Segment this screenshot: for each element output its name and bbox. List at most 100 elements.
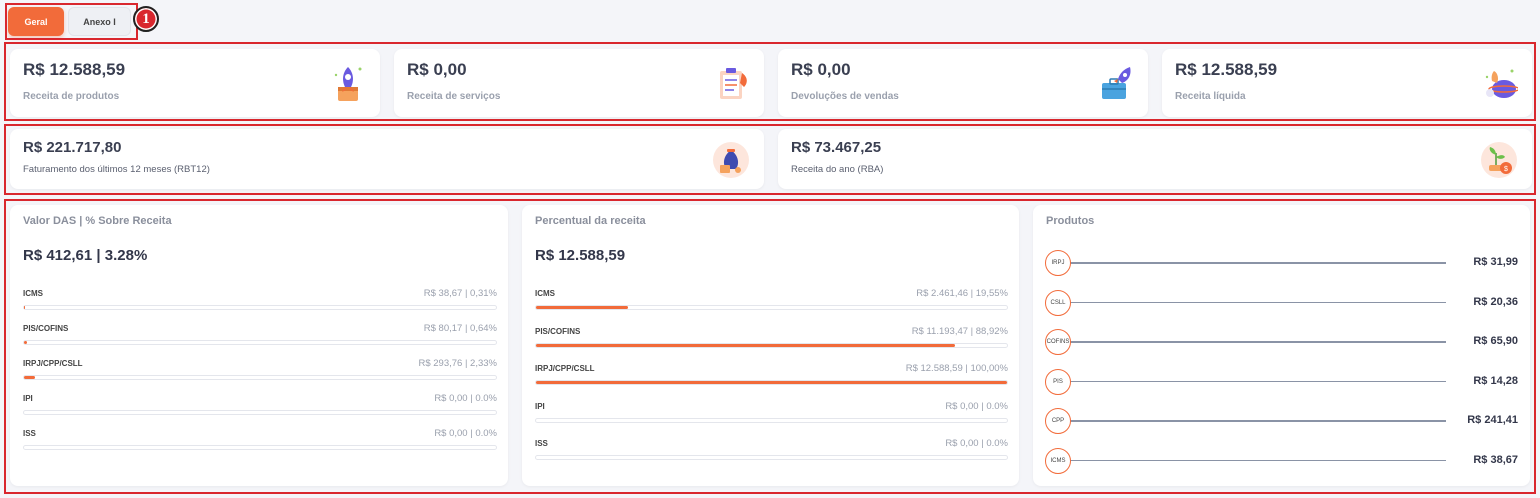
product-connector-line [1069,262,1446,264]
progress-track [23,410,497,415]
summary-label: Receita do ano (RBA) [791,164,884,175]
product-connector-line [1069,301,1446,303]
product-value: R$ 241,41 [1467,414,1518,426]
product-row: ICMS R$ 38,67 [1045,447,1518,474]
progress-track [535,342,1008,348]
kpi-label: Devoluções de vendas [791,91,899,102]
product-connector-line [1069,341,1446,343]
rocket-box-icon [334,67,362,101]
bar-value: R$ 80,17 | 0,64% [423,323,497,334]
das-panel: Valor DAS | % Sobre Receita R$ 412,61 | … [10,205,508,486]
kpi-label: Receita de serviços [407,91,501,102]
progress-track [23,445,497,450]
bar-label: ICMS [23,289,43,298]
product-connector-line [1069,420,1446,422]
progress-track [535,417,1008,423]
progress-track [535,455,1008,460]
product-tax-badge: CSLL [1045,289,1071,316]
product-value: R$ 31,99 [1473,256,1518,268]
kpi-label: Receita líquida [1175,91,1246,102]
bar-label: PIS/COFINS [535,326,581,336]
summary-value: R$ 221.717,80 [23,139,122,156]
product-connector-line [1069,459,1446,461]
panel-title: Valor DAS | % Sobre Receita [23,215,172,227]
bar-value: R$ 11.193,47 | 88,92% [911,325,1008,337]
bar-label: IRPJ/CPP/CSLL [23,359,83,368]
progress-fill [24,376,35,379]
product-row: COFINS R$ 65,90 [1045,329,1518,355]
clipboard-rocket-icon [720,68,747,99]
kpi-card-receita-servicos: R$ 0,00 Receita de serviços [394,49,764,117]
percent-total: R$ 12.588,59 [535,247,626,264]
percent-row: ICMS R$ 2.461,46 | 19,55% [535,288,1008,313]
percent-row: IRPJ/CPP/CSLL R$ 12.588,59 | 100,00% [535,363,1008,388]
progress-fill [536,381,1007,384]
bar-value: R$ 12.588,59 | 100,00% [905,363,1008,374]
percent-row: IPI R$ 0,00 | 0.0% [535,400,1008,426]
das-row: PIS/COFINS R$ 80,17 | 0,64% [23,323,497,348]
kpi-label: Receita de produtos [23,91,120,102]
progress-fill [536,343,955,347]
product-row: PIS R$ 14,28 [1045,368,1518,395]
percent-row: PIS/COFINS R$ 11.193,47 | 88,92% [535,325,1008,351]
bar-label: ISS [535,439,548,448]
progress-track [535,380,1008,385]
progress-fill [24,341,28,344]
bar-label: ISS [23,429,36,438]
percent-row: ISS R$ 0,00 | 0.0% [535,438,1008,463]
product-value: R$ 38,67 [1473,453,1518,466]
product-tax-badge: COFINS [1045,329,1071,355]
product-tax-badge: IRPJ [1045,250,1071,276]
bar-value: R$ 2.461,46 | 19,55% [916,288,1008,299]
plant-coins-icon: $ [1481,142,1517,178]
product-row: CSLL R$ 20,36 [1045,289,1518,316]
das-row: ISS R$ 0,00 | 0.0% [23,428,497,453]
bar-label: IRPJ/CPP/CSLL [535,364,595,373]
summary-card-rbt12: R$ 221.717,80 Faturamento dos últimos 12… [10,129,764,189]
product-value: R$ 14,28 [1473,374,1518,387]
annotation-box-1 [5,3,138,40]
panel-title: Produtos [1046,215,1095,227]
kpi-value: R$ 12.588,59 [23,60,126,79]
summary-card-rba: R$ 73.467,25 Receita do ano (RBA) $ [778,129,1532,189]
das-row: IPI R$ 0,00 | 0.0% [23,393,497,418]
bar-label: ICMS [535,289,555,298]
das-row: IRPJ/CPP/CSLL R$ 293,76 | 2,33% [23,358,497,383]
kpi-value: R$ 0,00 [407,60,467,79]
bar-label: IPI [23,394,33,403]
bar-label: PIS/COFINS [23,324,69,333]
progress-track [23,340,497,345]
annotation-badge-1: 1 [133,6,159,32]
bar-value: R$ 0,00 | 0.0% [945,438,1008,449]
product-value: R$ 20,36 [1473,295,1518,308]
progress-track [23,305,497,310]
product-value: R$ 65,90 [1473,335,1518,347]
product-row: IRPJ R$ 31,99 [1045,250,1518,276]
bar-value: R$ 0,00 | 0.0% [945,400,1008,412]
product-tax-badge: CPP [1045,408,1071,434]
progress-track [23,375,497,380]
product-connector-line [1069,380,1446,382]
kpi-card-receita-liquida: R$ 12.588,59 Receita líquida [1162,49,1532,117]
panel-title: Percentual da receita [535,215,646,227]
bar-value: R$ 38,67 | 0,31% [423,288,497,299]
product-tax-badge: PIS [1045,368,1071,395]
rocket-planet-icon [1485,69,1518,98]
kpi-card-devolucoes: R$ 0,00 Devoluções de vendas [778,49,1148,117]
bar-value: R$ 0,00 | 0.0% [434,428,497,439]
product-tax-badge: ICMS [1045,447,1071,474]
das-row: ICMS R$ 38,67 | 0,31% [23,288,497,313]
money-bag-icon [713,142,749,178]
products-panel: Produtos IRPJ R$ 31,99 CSLL R$ 20,36 COFINS R… [1033,205,1530,486]
bar-value: R$ 0,00 | 0.0% [434,393,497,404]
progress-track [535,305,1008,310]
bar-label: IPI [535,401,545,411]
summary-label: Faturamento dos últimos 12 meses (RBT12) [23,164,210,175]
bar-value: R$ 293,76 | 2,33% [418,358,497,369]
product-row: CPP R$ 241,41 [1045,408,1518,434]
kpi-card-receita-produtos: R$ 12.588,59 Receita de produtos [10,49,380,117]
summary-value: R$ 73.467,25 [791,139,882,156]
das-total: R$ 412,61 | 3.28% [23,247,148,264]
percent-panel: Percentual da receita R$ 12.588,59 ICMS R… [522,205,1019,486]
progress-fill [536,306,629,309]
